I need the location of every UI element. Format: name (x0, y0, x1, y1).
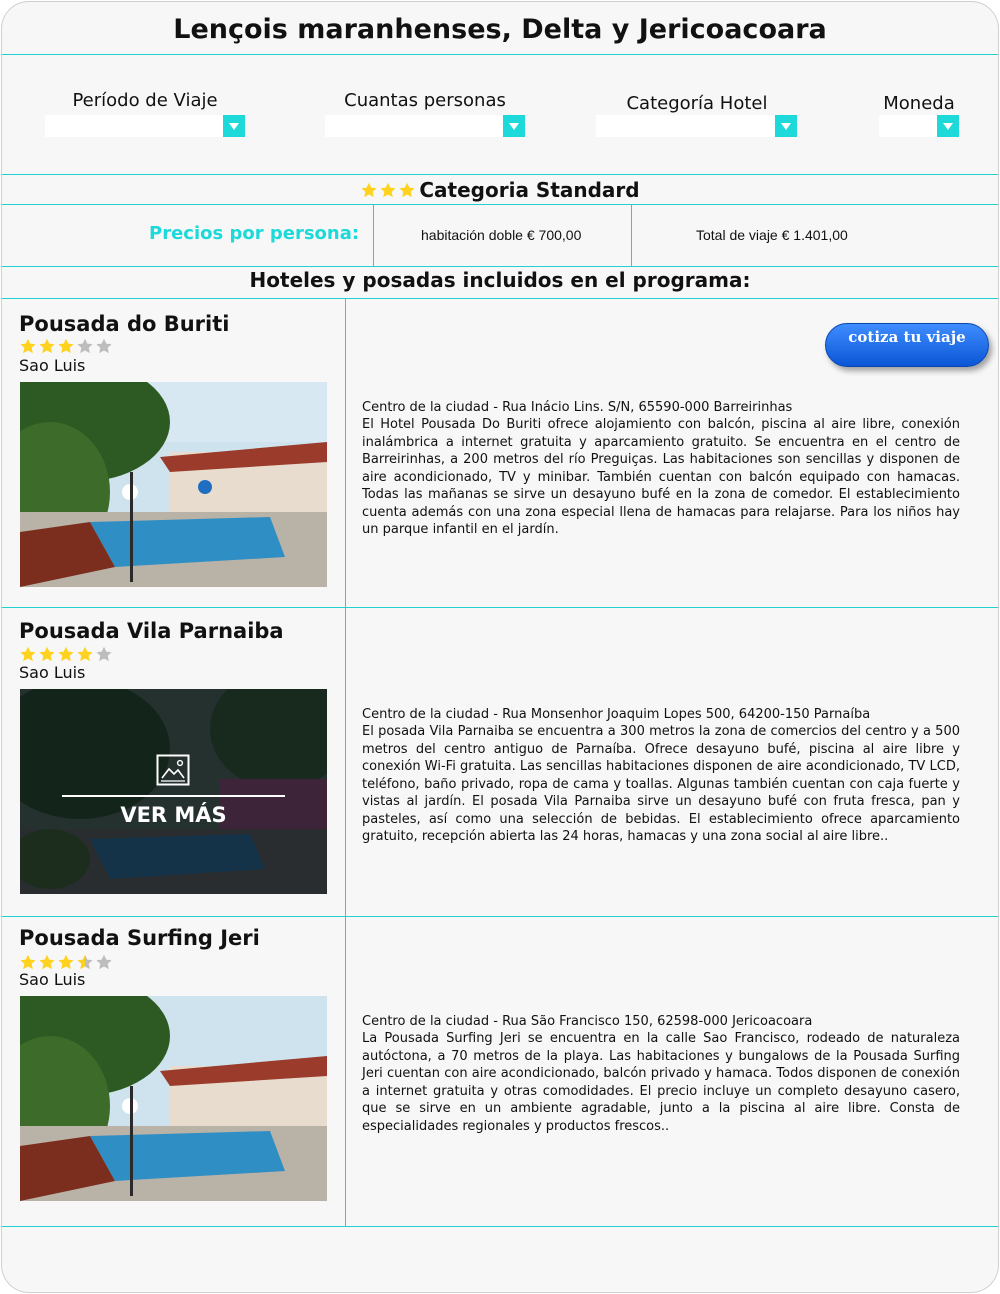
currency-select[interactable] (879, 115, 959, 137)
hotel-address: Centro de la ciudad - Rua São Francisco … (362, 1014, 813, 1029)
hotel-city: Sao Luis (19, 970, 86, 989)
star-empty-icon (95, 337, 113, 355)
divider (2, 607, 998, 608)
persons-label: Cuantas personas (344, 90, 506, 111)
divider (2, 916, 998, 917)
category-stars (360, 181, 416, 199)
overlay-divider (62, 795, 285, 797)
double-room-price: habitación doble € 700,00 (421, 227, 582, 243)
star-filled-icon (38, 645, 56, 663)
currency-label: Moneda (883, 93, 955, 114)
divider (631, 204, 632, 266)
star-filled-icon (379, 181, 397, 199)
hotel-description: La Pousada Surfing Jeri se encuentra en … (362, 1031, 960, 1134)
category-label: Categoría Hotel (626, 93, 768, 114)
star-filled-icon (360, 181, 378, 199)
category-select[interactable] (596, 115, 797, 137)
divider (373, 204, 374, 266)
star-filled-icon (57, 645, 75, 663)
hotel-photo[interactable] (20, 996, 327, 1201)
hotel-city: Sao Luis (19, 663, 86, 682)
star-filled-icon (19, 953, 37, 971)
hotel-photo[interactable] (20, 382, 327, 587)
divider (2, 54, 998, 55)
star-filled-icon (57, 337, 75, 355)
chevron-down-icon[interactable] (775, 115, 797, 137)
star-filled-icon (19, 337, 37, 355)
hotel-name: Pousada Vila Parnaiba (19, 619, 284, 643)
hotel-description: El posada Vila Parnaiba se encuentra a 3… (362, 724, 960, 844)
star-filled-icon (19, 645, 37, 663)
divider (2, 298, 998, 299)
star-empty-icon (76, 337, 94, 355)
hotel-rating (19, 953, 113, 971)
period-label: Período de Viaje (72, 90, 218, 111)
star-half-icon (76, 953, 94, 971)
persons-select[interactable] (325, 115, 525, 137)
divider (2, 174, 998, 175)
star-filled-icon (57, 953, 75, 971)
image-icon (156, 754, 190, 786)
period-select[interactable] (45, 115, 245, 137)
hotel-rating (19, 645, 113, 663)
image-overlay[interactable]: VER MÁS (20, 689, 327, 894)
divider (2, 204, 998, 205)
star-filled-icon (76, 645, 94, 663)
hotel-city: Sao Luis (19, 356, 86, 375)
hotel-description: El Hotel Pousada Do Buriti ofrece alojam… (362, 417, 960, 537)
hotel-address: Centro de la ciudad - Rua Monsenhor Joaq… (362, 707, 871, 722)
page-title: Lençois maranhenses, Delta y Jericoacoar… (173, 14, 827, 45)
star-empty-icon (95, 645, 113, 663)
divider (2, 266, 998, 267)
hotel-photo[interactable]: VER MÁS (20, 689, 327, 894)
star-filled-icon (398, 181, 416, 199)
divider (2, 1226, 998, 1227)
see-more-label[interactable]: VER MÁS (20, 803, 327, 827)
page-frame: Lençois maranhenses, Delta y Jericoacoar… (1, 1, 999, 1293)
category-header: Categoria Standard (2, 176, 998, 204)
hotel-name: Pousada do Buriti (19, 312, 230, 336)
hotel-rating (19, 337, 113, 355)
star-filled-icon (38, 337, 56, 355)
star-filled-icon (38, 953, 56, 971)
star-empty-icon (95, 953, 113, 971)
hotel-name: Pousada Surfing Jeri (19, 926, 260, 950)
chevron-down-icon[interactable] (223, 115, 245, 137)
chevron-down-icon[interactable] (503, 115, 525, 137)
hotel-address: Centro de la ciudad - Rua Inácio Lins. S… (362, 400, 793, 415)
divider (345, 298, 346, 1226)
category-title: Categoria Standard (419, 178, 640, 202)
total-price: Total de viaje € 1.401,00 (696, 227, 848, 243)
hotels-heading: Hoteles y posadas incluidos en el progra… (249, 268, 751, 292)
pool-photo-image (20, 382, 327, 587)
pool-photo-image (20, 996, 327, 1201)
chevron-down-icon[interactable] (937, 115, 959, 137)
price-label: Precios por persona: (149, 223, 360, 244)
quote-trip-button[interactable]: cotiza tu viaje (825, 323, 989, 367)
